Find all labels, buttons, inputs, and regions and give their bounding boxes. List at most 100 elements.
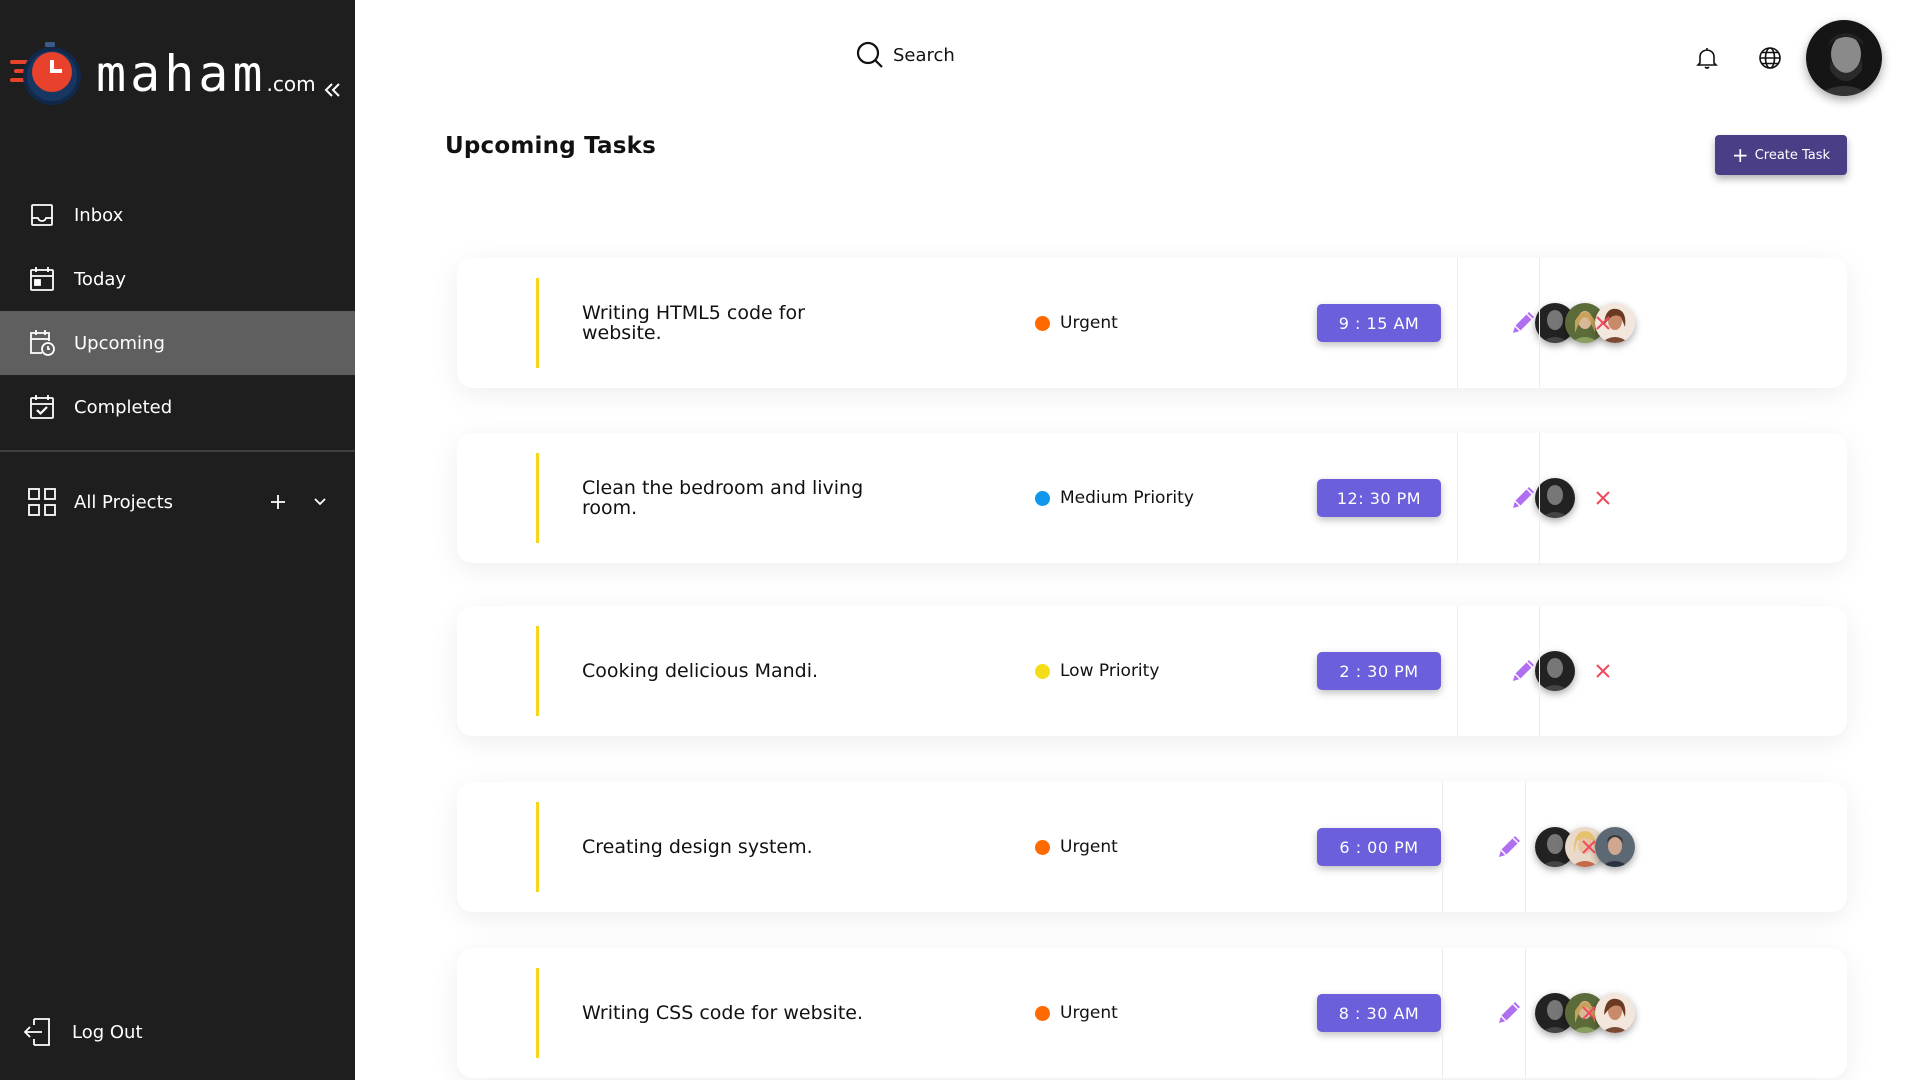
sidebar-item-label: Completed [74,396,173,418]
column-divider [1525,948,1526,1078]
user-avatar[interactable] [1806,20,1882,96]
task-time-badge[interactable]: 2 : 30 PM [1317,652,1441,690]
pencil-icon [1513,487,1534,508]
collapse-sidebar-button[interactable] [318,76,346,104]
priority-label: Low Priority [1060,661,1160,681]
column-divider [1442,948,1443,1078]
edit-button[interactable] [1494,998,1524,1028]
sidebar-item-upcoming[interactable]: Upcoming [0,311,355,375]
task-time-badge[interactable]: 6 : 00 PM [1317,828,1441,866]
all-projects-item[interactable]: All Projects [0,470,355,534]
inbox-icon [28,201,56,229]
task-card[interactable]: Clean the bedroom and living room. Mediu… [457,433,1847,563]
logout-button[interactable]: Log Out [22,1016,143,1048]
avatar [1535,651,1575,691]
search-label: Search [893,44,955,66]
create-task-label: Create Task [1754,147,1831,163]
bell-icon [1696,48,1718,69]
column-divider [1457,606,1458,736]
chevron-down-icon [314,498,326,506]
notifications-button[interactable] [1693,44,1721,72]
close-icon [1596,491,1610,505]
task-title: Clean the bedroom and living room. [582,477,864,519]
brand-name: maham [96,45,267,103]
task-accent-bar [536,626,539,716]
calendar-clock-icon [28,329,56,357]
language-button[interactable] [1756,44,1784,72]
brand-logo[interactable]: maham.com [10,38,316,110]
column-divider [1457,258,1458,388]
column-divider [1539,433,1540,563]
expand-projects-button[interactable] [308,490,332,514]
close-icon [1596,316,1610,330]
delete-button[interactable] [1590,658,1616,684]
priority-label: Medium Priority [1060,488,1194,508]
task-time-badge[interactable]: 8 : 30 AM [1317,994,1441,1032]
priority-dot-icon [1035,839,1050,855]
pencil-icon [1513,312,1534,333]
edit-button[interactable] [1508,483,1538,513]
sidebar-item-today[interactable]: Today [0,247,355,311]
priority-dot-icon [1035,490,1050,506]
priority-dot-icon [1035,1005,1050,1021]
pencil-icon [1513,660,1534,681]
stopwatch-logo-icon [10,38,82,110]
edit-button[interactable] [1494,832,1524,862]
task-priority: Urgent [1035,837,1118,857]
sidebar-item-completed[interactable]: Completed [0,375,355,439]
task-title: Writing HTML5 code for website. [582,302,805,344]
logout-label: Log Out [72,1021,143,1043]
delete-button[interactable] [1576,1000,1602,1026]
close-icon [1582,1006,1596,1020]
plus-icon: + [1731,143,1749,167]
calendar-icon [28,265,56,293]
priority-dot-icon [1035,663,1050,679]
task-accent-bar [536,968,539,1058]
task-time-badge[interactable]: 12: 30 PM [1317,479,1441,517]
edit-button[interactable] [1508,656,1538,686]
delete-button[interactable] [1590,485,1616,511]
search-field[interactable]: Search [855,40,955,70]
delete-button[interactable] [1576,834,1602,860]
delete-button[interactable] [1590,310,1616,336]
pencil-icon [1499,1002,1520,1023]
priority-label: Urgent [1060,837,1118,857]
task-card[interactable]: Writing CSS code for website. Urgent 8 :… [457,948,1847,1078]
column-divider [1442,782,1443,912]
sidebar-item-label: Inbox [74,204,124,226]
task-priority: Urgent [1035,1003,1118,1023]
task-title: Creating design system. [582,836,813,858]
calendar-check-icon [28,393,56,421]
task-accent-bar [536,278,539,368]
task-card[interactable]: Writing HTML5 code for website. Urgent 9… [457,258,1847,388]
close-icon [1582,840,1596,854]
task-priority: Medium Priority [1035,488,1194,508]
page-title: Upcoming Tasks [445,133,656,159]
column-divider [1539,606,1540,736]
priority-dot-icon [1035,315,1050,331]
avatar [1535,478,1575,518]
task-title: Writing CSS code for website. [582,1002,863,1024]
sidebar-item-label: Today [74,268,127,290]
priority-label: Urgent [1060,313,1118,333]
task-card[interactable]: Cooking delicious Mandi. Low Priority 2 … [457,606,1847,736]
pencil-icon [1499,836,1520,857]
all-projects-label: All Projects [74,491,173,513]
column-divider [1525,782,1526,912]
task-accent-bar [536,453,539,543]
add-project-button[interactable] [266,490,290,514]
plus-icon [271,495,285,509]
task-time-badge[interactable]: 9 : 15 AM [1317,304,1441,342]
task-accent-bar [536,802,539,892]
priority-label: Urgent [1060,1003,1118,1023]
sidebar-item-label: Upcoming [74,332,165,354]
task-card[interactable]: Creating design system. Urgent 6 : 00 PM [457,782,1847,912]
search-icon [856,41,883,68]
column-divider [1457,433,1458,563]
create-task-button[interactable]: + Create Task [1715,135,1847,175]
grid-icon [28,488,56,516]
edit-button[interactable] [1508,308,1538,338]
task-priority: Low Priority [1035,661,1159,681]
sidebar-item-inbox[interactable]: Inbox [0,183,355,247]
task-title: Cooking delicious Mandi. [582,660,819,682]
